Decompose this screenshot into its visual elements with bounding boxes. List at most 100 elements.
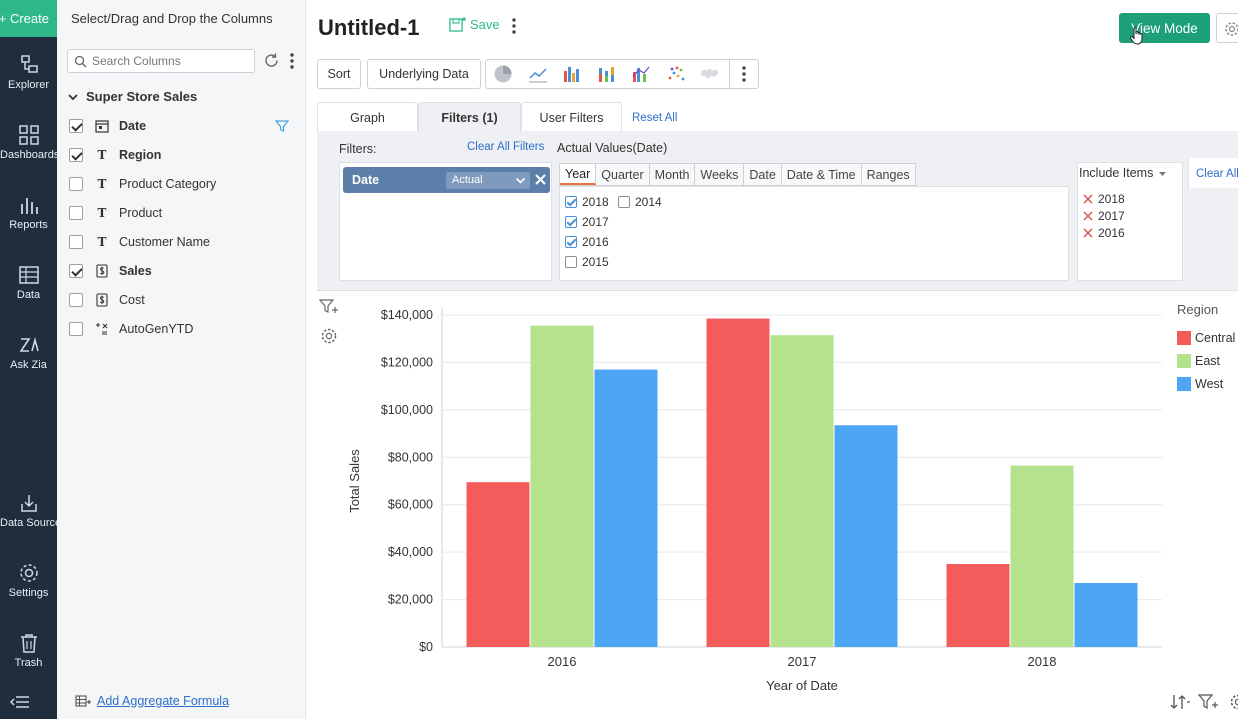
column-checkbox[interactable] bbox=[69, 177, 83, 191]
bar-west-2018[interactable] bbox=[1074, 582, 1138, 647]
column-item-sales[interactable]: Sales bbox=[69, 260, 299, 282]
date-filter-pill[interactable]: Date Actual bbox=[343, 167, 550, 193]
remove-icon[interactable] bbox=[1083, 228, 1093, 238]
create-button[interactable]: + Create bbox=[0, 0, 57, 37]
ask-zia-icon bbox=[19, 336, 39, 352]
bar-east-2017[interactable] bbox=[770, 335, 834, 647]
bar-east-2018[interactable] bbox=[1010, 465, 1074, 647]
column-checkbox[interactable] bbox=[69, 206, 83, 220]
column-checkbox[interactable] bbox=[69, 119, 83, 133]
sort-icon[interactable] bbox=[1169, 693, 1191, 711]
report-title[interactable]: Untitled-1 bbox=[318, 15, 419, 41]
filter-type-select[interactable]: Actual bbox=[446, 172, 530, 189]
filter-icon[interactable] bbox=[275, 119, 289, 133]
nav-data-sources[interactable]: Data Sources bbox=[0, 492, 57, 529]
bar-east-2016[interactable] bbox=[530, 325, 594, 647]
column-checkbox[interactable] bbox=[69, 322, 83, 336]
chart-type-combo[interactable] bbox=[624, 60, 658, 88]
tab-filters[interactable]: Filters (1) bbox=[418, 102, 521, 132]
filter-value-2014[interactable]: 2014 bbox=[618, 195, 662, 209]
date-tab-weeks[interactable]: Weeks bbox=[695, 164, 745, 185]
chart-types-more[interactable] bbox=[730, 60, 758, 88]
sort-button[interactable]: Sort bbox=[317, 59, 361, 89]
legend-item-east[interactable]: East bbox=[1177, 349, 1235, 372]
bar-west-2016[interactable] bbox=[594, 369, 658, 647]
close-icon[interactable] bbox=[534, 173, 547, 186]
value-checkbox[interactable] bbox=[565, 236, 577, 248]
nav-ask-zia[interactable]: Ask Zia bbox=[0, 334, 57, 371]
settings-button[interactable] bbox=[1216, 13, 1238, 43]
bar-central-2017[interactable] bbox=[706, 318, 770, 647]
filter-value-2016[interactable]: 2016 bbox=[565, 235, 609, 249]
date-tab-date[interactable]: Date bbox=[744, 164, 782, 185]
date-tab-ranges[interactable]: Ranges bbox=[862, 164, 915, 185]
include-items-dropdown[interactable]: Include Items bbox=[1079, 166, 1167, 180]
clear-all-link[interactable]: Clear All bbox=[1196, 168, 1238, 180]
bar-west-2017[interactable] bbox=[834, 425, 898, 647]
date-tab-month[interactable]: Month bbox=[650, 164, 696, 185]
bar-central-2018[interactable] bbox=[946, 564, 1010, 647]
filter-value-2017[interactable]: 2017 bbox=[565, 215, 609, 229]
nav-data[interactable]: Data bbox=[0, 264, 57, 301]
legend-item-west[interactable]: West bbox=[1177, 372, 1235, 395]
underlying-data-button[interactable]: Underlying Data bbox=[367, 59, 481, 89]
value-checkbox[interactable] bbox=[565, 216, 577, 228]
column-checkbox[interactable] bbox=[69, 148, 83, 162]
value-checkbox[interactable] bbox=[618, 196, 630, 208]
nav-dashboards[interactable]: Dashboards bbox=[0, 124, 57, 161]
date-tab-date-time[interactable]: Date & Time bbox=[782, 164, 862, 185]
date-tab-quarter[interactable]: Quarter bbox=[596, 164, 650, 185]
bar-central-2016[interactable] bbox=[466, 482, 530, 647]
currency-type-icon bbox=[96, 293, 108, 307]
add-aggregate-formula-link[interactable]: Add Aggregate Formula bbox=[97, 694, 229, 708]
column-item-region[interactable]: T Region bbox=[69, 144, 299, 166]
column-item-product[interactable]: T Product bbox=[69, 202, 299, 224]
add-aggregate-formula[interactable]: Add Aggregate Formula bbox=[75, 694, 229, 708]
column-item-product-category[interactable]: T Product Category bbox=[69, 173, 299, 195]
tab-graph[interactable]: Graph bbox=[317, 102, 418, 132]
table-node[interactable]: Super Store Sales bbox=[67, 89, 197, 104]
save-button[interactable]: Save bbox=[449, 16, 500, 32]
clear-all-filters-link[interactable]: Clear All Filters bbox=[467, 141, 544, 153]
column-item-cost[interactable]: Cost bbox=[69, 289, 299, 311]
chart-type-bar[interactable] bbox=[555, 60, 589, 88]
collapse-sidebar-icon[interactable] bbox=[10, 694, 30, 710]
chart-type-scatter[interactable] bbox=[658, 60, 692, 88]
nav-reports[interactable]: Reports bbox=[0, 194, 57, 231]
value-checkbox[interactable] bbox=[565, 196, 577, 208]
search-columns-input[interactable] bbox=[92, 53, 252, 69]
column-item-customer-name[interactable]: T Customer Name bbox=[69, 231, 299, 253]
nav-settings[interactable]: Settings bbox=[0, 562, 57, 599]
remove-icon[interactable] bbox=[1083, 211, 1093, 221]
date-tab-year[interactable]: Year bbox=[560, 164, 597, 185]
columns-panel: Select/Drag and Drop the Columns Super S… bbox=[57, 0, 306, 719]
search-columns-box[interactable] bbox=[67, 49, 255, 73]
column-checkbox[interactable] bbox=[69, 235, 83, 249]
save-label: Save bbox=[470, 16, 500, 32]
filter-shelf[interactable]: Date Actual bbox=[339, 162, 552, 281]
remove-icon[interactable] bbox=[1083, 194, 1093, 204]
chart-type-map[interactable] bbox=[693, 60, 727, 88]
text-type-icon: T bbox=[97, 148, 107, 162]
legend-item-central[interactable]: Central bbox=[1177, 326, 1235, 349]
column-checkbox[interactable] bbox=[69, 264, 83, 278]
chart-type-line[interactable] bbox=[520, 60, 554, 88]
nav-label: Reports bbox=[9, 219, 48, 231]
nav-explorer[interactable]: Explorer bbox=[0, 54, 57, 91]
more-options-icon[interactable] bbox=[510, 16, 518, 36]
add-filter-icon[interactable] bbox=[1198, 693, 1220, 711]
column-item-date[interactable]: Date bbox=[69, 115, 299, 137]
value-checkbox[interactable] bbox=[565, 256, 577, 268]
tab-user-filters[interactable]: User Filters bbox=[521, 102, 622, 132]
more-options-icon[interactable] bbox=[287, 51, 297, 71]
column-item-autogenytd[interactable]: AutoGenYTD bbox=[69, 318, 299, 340]
refresh-icon[interactable] bbox=[263, 52, 280, 69]
reset-all-link[interactable]: Reset All bbox=[632, 112, 677, 124]
nav-trash[interactable]: Trash bbox=[0, 632, 57, 669]
filter-value-2015[interactable]: 2015 bbox=[565, 255, 609, 269]
gear-icon[interactable] bbox=[1227, 693, 1238, 711]
chart-type-pie[interactable] bbox=[486, 60, 520, 88]
filter-value-2018[interactable]: 2018 bbox=[565, 195, 609, 209]
column-checkbox[interactable] bbox=[69, 293, 83, 307]
chart-type-stacked-bar[interactable] bbox=[589, 60, 623, 88]
